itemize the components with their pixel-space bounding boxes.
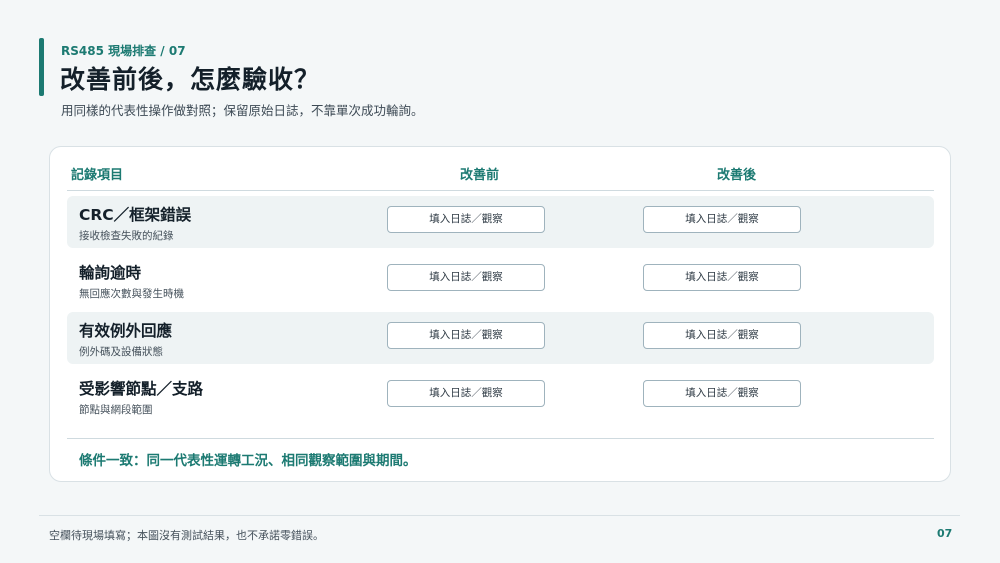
footer-divider: [39, 515, 960, 516]
after-log-field[interactable]: 填入日誌／觀察: [643, 206, 801, 233]
comparison-card: 記錄項目 改善前 改善後 CRC／框架錯誤 接收檢查失敗的紀錄 填入日誌／觀察 …: [49, 146, 951, 482]
condition-note: 條件一致：同一代表性運轉工況、相同觀察範圍與期間。: [79, 453, 417, 469]
table-row: CRC／框架錯誤 接收檢查失敗的紀錄 填入日誌／觀察 填入日誌／觀察: [67, 196, 934, 248]
header-divider: [67, 190, 934, 191]
row-description: 無回應次數與發生時機: [79, 288, 184, 300]
row-description: 節點與網段範圍: [79, 404, 153, 416]
row-title: 受影響節點／支路: [79, 380, 204, 398]
after-log-field[interactable]: 填入日誌／觀察: [643, 322, 801, 349]
column-header-after: 改善後: [717, 168, 757, 183]
page-subtitle: 用同樣的代表性操作做對照；保留原始日誌，不靠單次成功輪詢。: [61, 103, 424, 118]
row-title: 輪詢逾時: [79, 264, 142, 282]
row-description: 例外碼及設備狀態: [79, 346, 163, 358]
row-title: 有效例外回應: [79, 322, 173, 340]
column-header-item: 記錄項目: [71, 168, 124, 183]
table-row: 受影響節點／支路 節點與網段範圍 填入日誌／觀察 填入日誌／觀察: [67, 370, 934, 422]
row-description: 接收檢查失敗的紀錄: [79, 230, 174, 242]
page-number: 07: [937, 527, 953, 540]
before-log-field[interactable]: 填入日誌／觀察: [387, 264, 545, 291]
footnote: 空欄待現場填寫；本圖沒有測試結果，也不承諾零錯誤。: [49, 529, 324, 542]
before-log-field[interactable]: 填入日誌／觀察: [387, 322, 545, 349]
table-row: 有效例外回應 例外碼及設備狀態 填入日誌／觀察 填入日誌／觀察: [67, 312, 934, 364]
accent-bar: [39, 38, 44, 96]
section-eyebrow: RS485 現場排查 / 07: [61, 44, 186, 58]
page-title: 改善前後，怎麼驗收？: [60, 65, 321, 94]
column-header-before: 改善前: [460, 168, 500, 183]
condition-divider: [67, 438, 934, 439]
after-log-field[interactable]: 填入日誌／觀察: [643, 264, 801, 291]
row-title: CRC／框架錯誤: [79, 206, 192, 224]
table-row: 輪詢逾時 無回應次數與發生時機 填入日誌／觀察 填入日誌／觀察: [67, 254, 934, 306]
before-log-field[interactable]: 填入日誌／觀察: [387, 206, 545, 233]
before-log-field[interactable]: 填入日誌／觀察: [387, 380, 545, 407]
after-log-field[interactable]: 填入日誌／觀察: [643, 380, 801, 407]
